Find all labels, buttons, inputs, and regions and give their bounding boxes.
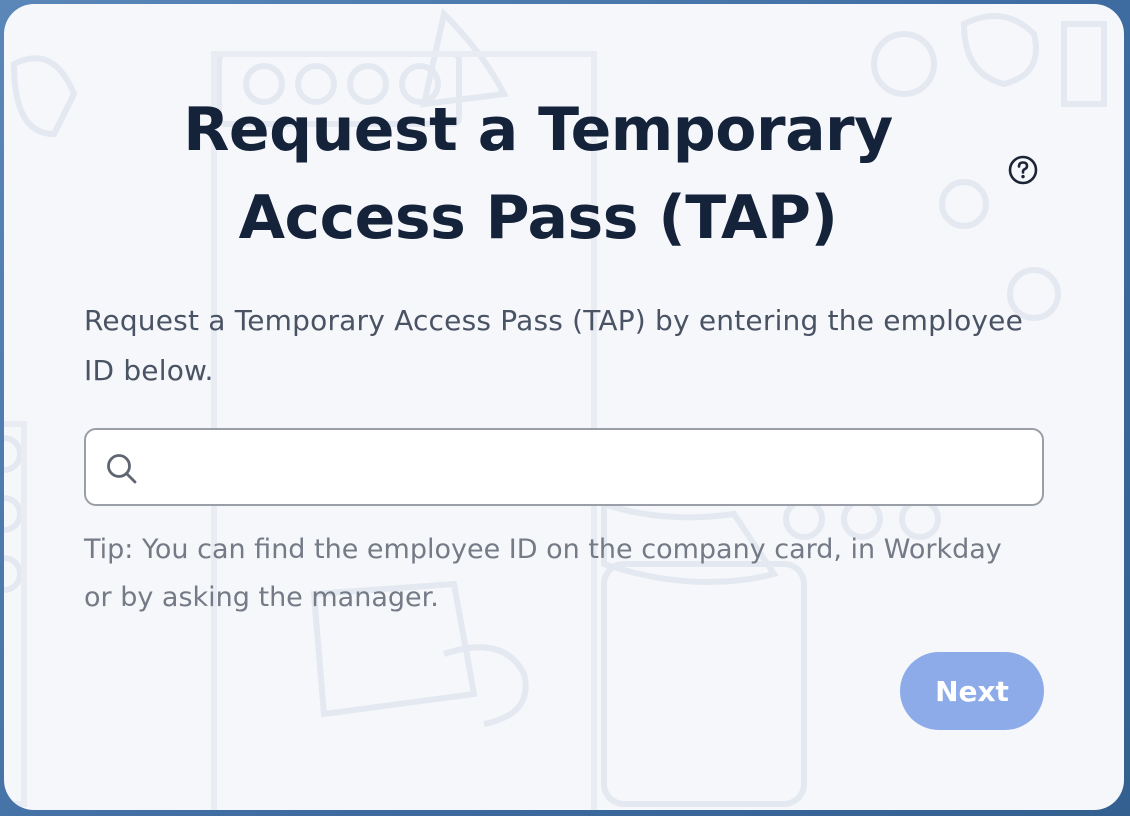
search-icon — [107, 454, 137, 484]
tip-text: Tip: You can find the employee ID on the… — [84, 534, 1002, 613]
employee-id-input[interactable] — [152, 440, 1026, 496]
employee-id-search-box[interactable] — [84, 428, 1044, 506]
next-button[interactable]: Next — [900, 652, 1044, 730]
help-button[interactable] — [1008, 155, 1038, 185]
page-title: Request a Temporary Access Pass (TAP) — [183, 95, 893, 253]
question-circle-icon — [1008, 155, 1038, 185]
intro-text: Request a Temporary Access Pass (TAP) by… — [84, 304, 1024, 387]
tap-request-dialog: Request a Temporary Access Pass (TAP) Re… — [4, 4, 1124, 810]
